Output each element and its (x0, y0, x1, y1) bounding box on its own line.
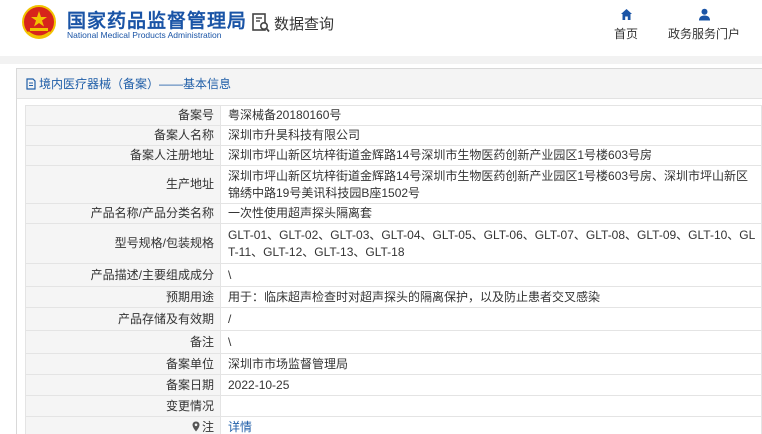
table-row: 产品名称/产品分类名称 一次性使用超声探头隔离套 (25, 203, 762, 224)
data-query-label: 数据查询 (274, 15, 335, 33)
field-value: 粤深械备20180160号 (220, 105, 762, 126)
document-search-icon (252, 13, 270, 33)
field-value: 深圳市坪山新区坑梓街道金辉路14号深圳市生物医药创新产业园区1号楼603号房 (220, 145, 762, 166)
nav-service-portal[interactable]: 政务服务门户 (668, 8, 740, 42)
table-row: 产品描述/主要组成成分 \ (25, 263, 762, 287)
field-label: 变更情况 (25, 395, 221, 417)
location-pin-icon (192, 421, 200, 431)
field-value: 深圳市市场监督管理局 (220, 353, 762, 375)
national-emblem-icon (22, 5, 56, 39)
nav-service-portal-label: 政务服务门户 (668, 27, 741, 41)
site-title: 国家药品监督管理局 (67, 11, 248, 32)
table-row: 备案人注册地址 深圳市坪山新区坑梓街道金辉路14号深圳市生物医药创新产业园区1号… (25, 145, 762, 166)
field-value: 详情 (220, 416, 762, 434)
table-row: 产品存储及有效期 / (25, 307, 762, 331)
table-row: 备案人名称 深圳市升昊科技有限公司 (25, 125, 762, 146)
data-query-link[interactable]: 数据查询 (252, 11, 334, 35)
field-value: 深圳市升昊科技有限公司 (220, 125, 762, 146)
field-label: 备案人注册地址 (25, 145, 221, 166)
field-value: 2022-10-25 (220, 374, 762, 396)
note-label-text: 注 (201, 419, 214, 434)
field-value: GLT-01、GLT-02、GLT-03、GLT-04、GLT-05、GLT-0… (220, 223, 762, 264)
nav-home-label: 首页 (614, 27, 639, 41)
field-label: 型号规格/包装规格 (25, 223, 221, 264)
document-icon (26, 77, 36, 90)
table-row: 变更情况 (25, 395, 762, 417)
table-row: 注 详情 (25, 416, 762, 434)
breadcrumb-text: 境内医疗器械（备案）——基本信息 (39, 77, 232, 91)
record-detail-table: 备案号 粤深械备20180160号 备案人名称 深圳市升昊科技有限公司 备案人注… (25, 105, 762, 434)
field-label: 备案号 (25, 105, 221, 126)
detail-panel: 境内医疗器械（备案）——基本信息 备案号 粤深械备20180160号 备案人名称… (16, 68, 762, 434)
field-value (220, 395, 762, 417)
site-header: 国家药品监督管理局 National Medical Products Admi… (0, 0, 762, 56)
field-label: 产品存储及有效期 (25, 307, 221, 331)
table-row: 型号规格/包装规格 GLT-01、GLT-02、GLT-03、GLT-04、GL… (25, 223, 762, 264)
field-label: 生产地址 (25, 165, 221, 204)
nav-home[interactable]: 首页 (614, 8, 638, 42)
table-row: 备案日期 2022-10-25 (25, 374, 762, 396)
field-label-note: 注 (25, 416, 221, 434)
table-row: 生产地址 深圳市坪山新区坑梓街道金辉路14号深圳市生物医药创新产业园区1号楼60… (25, 165, 762, 204)
field-value: \ (220, 263, 762, 287)
breadcrumb: 境内医疗器械（备案）——基本信息 (17, 69, 762, 99)
field-label: 备案日期 (25, 374, 221, 396)
table-row: 备案单位 深圳市市场监督管理局 (25, 353, 762, 375)
table-row: 预期用途 用于：临床超声检查时对超声探头的隔离保护，以及防止患者交叉感染 (25, 286, 762, 308)
field-value: 用于：临床超声检查时对超声探头的隔离保护，以及防止患者交叉感染 (220, 286, 762, 308)
field-value: / (220, 307, 762, 331)
field-label: 产品描述/主要组成成分 (25, 263, 221, 287)
header-divider (0, 56, 762, 64)
user-icon (698, 8, 710, 21)
field-label: 产品名称/产品分类名称 (25, 203, 221, 224)
field-label: 备注 (25, 330, 221, 354)
field-label: 备案人名称 (25, 125, 221, 146)
table-row: 备注 \ (25, 330, 762, 354)
table-row: 备案号 粤深械备20180160号 (25, 105, 762, 126)
field-value: 一次性使用超声探头隔离套 (220, 203, 762, 224)
field-label: 预期用途 (25, 286, 221, 308)
field-value: 深圳市坪山新区坑梓街道金辉路14号深圳市生物医药创新产业园区1号楼603号房、深… (220, 165, 762, 204)
details-link[interactable]: 详情 (228, 420, 252, 434)
field-value: \ (220, 330, 762, 354)
field-label: 备案单位 (25, 353, 221, 375)
site-subtitle: National Medical Products Administration (67, 30, 222, 40)
home-icon (620, 9, 632, 20)
